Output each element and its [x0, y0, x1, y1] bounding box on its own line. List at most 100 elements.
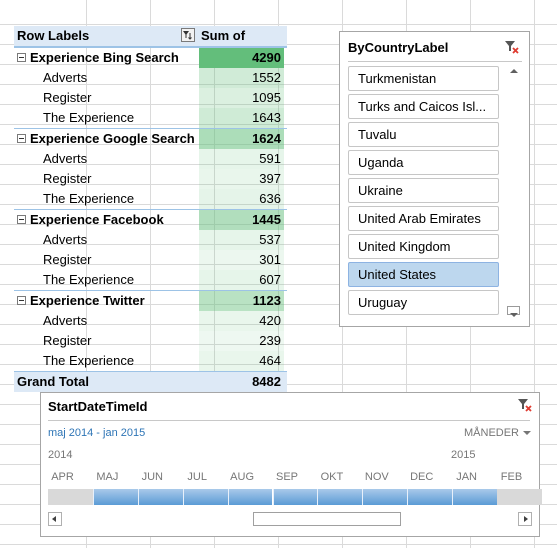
slicer-item[interactable]: United Arab Emirates [348, 206, 499, 231]
time-level-label: MÅNEDER [464, 427, 520, 439]
grand-total-value: 8482 [252, 374, 281, 389]
month-bar[interactable] [92, 489, 138, 505]
child-value: 1095 [199, 88, 284, 108]
pivot-child-row: Register 301 [14, 250, 287, 270]
child-label: Adverts [43, 232, 88, 247]
pivot-group-row[interactable]: Experience Facebook 1445 [14, 209, 287, 230]
clear-filter-icon[interactable] [504, 39, 520, 55]
group-total: 4290 [199, 48, 284, 68]
scroll-left-icon[interactable] [48, 512, 62, 526]
sum-of-visits-header[interactable]: Sum of Visits [199, 26, 284, 63]
pivot-group-row[interactable]: Experience Twitter 1123 [14, 290, 287, 311]
month-label: AUG [230, 471, 255, 483]
pivot-child-row: The Experience 464 [14, 351, 287, 371]
pivot-child-row: Register 1095 [14, 88, 287, 108]
child-value: 607 [199, 270, 284, 290]
year-label-2014: 2014 [48, 449, 73, 461]
child-value: 636 [199, 189, 284, 209]
pivot-table: Row Labels Sum of Visits Experience Bing… [14, 26, 287, 392]
pivot-child-row: Adverts 420 [14, 311, 287, 331]
slicer-item[interactable]: Tuvalu [348, 122, 499, 147]
row-labels-header[interactable]: Row Labels [14, 26, 197, 46]
month-label: JUN [141, 471, 163, 483]
slicer-item[interactable]: Uruguay [348, 290, 499, 315]
child-label: Adverts [43, 70, 88, 85]
slicer-item[interactable]: Uganda [348, 150, 499, 175]
time-level-dropdown[interactable]: MÅNEDER [464, 427, 532, 439]
child-value: 397 [199, 169, 284, 189]
child-label: The Experience [43, 353, 135, 368]
group-label: Experience Google Search [30, 131, 195, 146]
child-value: 239 [199, 331, 284, 351]
child-value: 420 [199, 311, 284, 331]
month-bar[interactable] [452, 489, 497, 505]
child-label: The Experience [43, 272, 135, 287]
group-label: Experience Twitter [30, 293, 145, 308]
child-value: 537 [199, 230, 284, 250]
group-label: Experience Facebook [30, 212, 164, 227]
month-bar[interactable] [362, 489, 408, 505]
month-label: NOV [364, 471, 389, 483]
pivot-child-row: Register 239 [14, 331, 287, 351]
child-value: 464 [199, 351, 284, 371]
slicer-item[interactable]: Ukraine [348, 178, 499, 203]
month-bar[interactable] [137, 489, 183, 505]
child-value: 591 [199, 149, 284, 169]
chevron-down-icon [523, 431, 532, 436]
pivot-child-row: The Experience 607 [14, 270, 287, 290]
country-slicer: ByCountryLabel Turkmenistan Turks and Cai… [339, 31, 530, 327]
month-bar[interactable] [317, 489, 363, 505]
pivot-group-row[interactable]: Experience Google Search 1624 [14, 128, 287, 149]
child-label: Register [43, 171, 92, 186]
slicer-divider [348, 61, 522, 62]
group-label: Experience Bing Search [30, 50, 179, 65]
child-label: Register [43, 90, 92, 105]
month-bar[interactable] [272, 489, 318, 505]
month-label: DEC [410, 471, 434, 483]
grand-total-row: Grand Total 8482 [14, 371, 287, 392]
child-label: Adverts [43, 151, 88, 166]
month-bar[interactable] [227, 489, 273, 505]
slicer-item[interactable]: United Kingdom [348, 234, 499, 259]
pivot-group-row[interactable]: Experience Bing Search 4290 [14, 47, 287, 68]
slicer-item[interactable]: Turks and Caicos Isl... [348, 94, 499, 119]
grand-total-label: Grand Total [17, 374, 89, 389]
group-total: 1123 [199, 291, 284, 311]
year-label-2015: 2015 [451, 449, 476, 461]
pivot-child-row: Adverts 1552 [14, 68, 287, 88]
clear-filter-icon[interactable] [517, 397, 533, 413]
scroll-down-icon[interactable] [510, 313, 518, 317]
pivot-child-row: The Experience 636 [14, 189, 287, 209]
month-bar[interactable] [48, 489, 93, 505]
timeline-scroll-thumb[interactable] [253, 512, 401, 526]
month-label: FEB [500, 471, 523, 483]
month-label: JUL [187, 471, 207, 483]
month-bar[interactable] [182, 489, 228, 505]
slicer-item[interactable]: Turkmenistan [348, 66, 499, 91]
child-value: 1643 [199, 108, 284, 128]
timeline-range-label: maj 2014 - jan 2015 [48, 427, 146, 439]
scroll-up-icon[interactable] [510, 69, 518, 73]
slicer-item[interactable]: United States [348, 262, 499, 287]
slicer-scrollbar[interactable] [506, 66, 521, 320]
country-slicer-title: ByCountryLabel [348, 40, 449, 55]
group-total: 1445 [199, 210, 284, 230]
month-label: SEP [275, 471, 298, 483]
child-label: Register [43, 333, 92, 348]
scroll-right-icon[interactable] [518, 512, 532, 526]
pivot-child-row: The Experience 1643 [14, 108, 287, 128]
child-label: The Experience [43, 191, 135, 206]
child-value: 301 [199, 250, 284, 270]
month-bar[interactable] [497, 489, 542, 505]
month-label: APR [51, 471, 74, 483]
group-total: 1624 [199, 129, 284, 149]
child-label: The Experience [43, 110, 135, 125]
child-label: Adverts [43, 313, 88, 328]
timeline-divider [48, 420, 530, 421]
child-label: Register [43, 252, 92, 267]
month-bar[interactable] [407, 489, 453, 505]
timeline-slicer: StartDateTimeId maj 2014 - jan 2015 MÅNE… [40, 392, 542, 537]
timeline-scrollbar[interactable] [48, 512, 532, 526]
pivot-child-row: Adverts 537 [14, 230, 287, 250]
row-labels-filter-icon[interactable] [181, 28, 195, 42]
